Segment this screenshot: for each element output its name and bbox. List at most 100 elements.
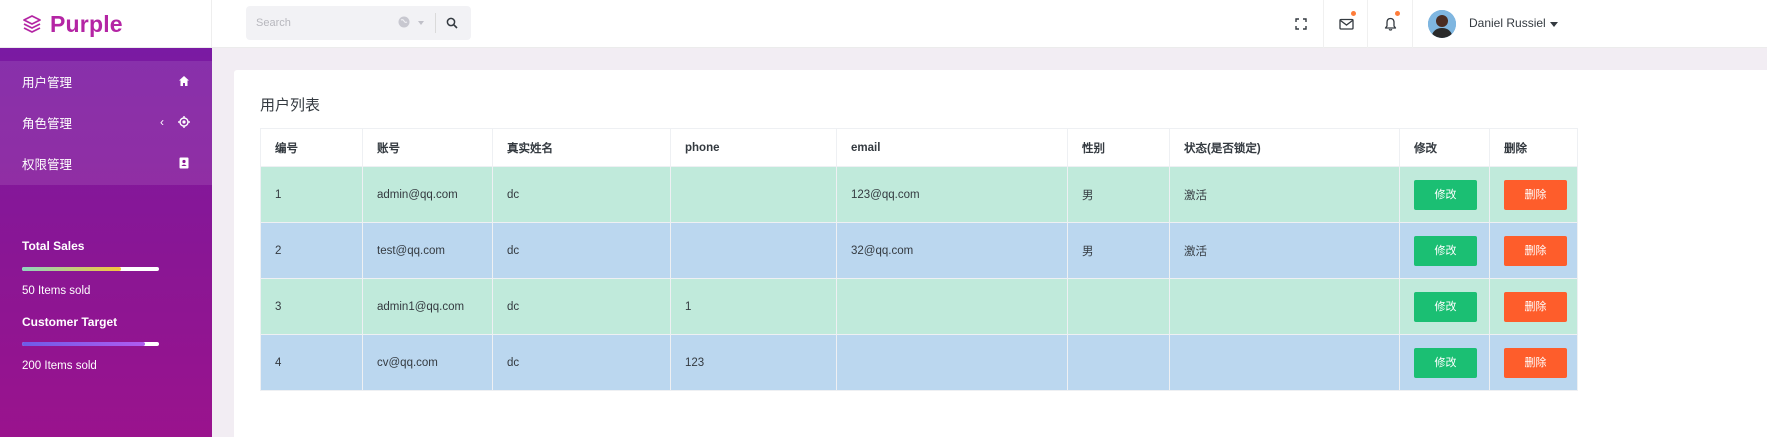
contact-card-icon [179,157,189,169]
sidebar-item-label: 角色管理 [22,117,73,131]
mail-button[interactable] [1331,0,1361,48]
table-row: 3 admin1@qq.com dc 1 修改 删除 [260,278,1578,335]
delete-button[interactable]: 删除 [1504,291,1567,322]
cell-status: 激活 [1169,166,1400,223]
column-header: phone [670,128,837,167]
layers-icon [23,15,41,33]
cell-account: cv@qq.com [362,334,493,391]
edit-button[interactable]: 修改 [1414,291,1477,322]
fullscreen-button[interactable] [1286,0,1316,48]
cell-email [836,278,1068,335]
cell-id: 3 [260,278,363,335]
sidebar-item-label: 用户管理 [22,76,73,90]
brand-name: Purple [50,10,123,37]
column-header: 账号 [362,128,493,167]
cell-gender: 男 [1067,166,1170,223]
table-row: 1 admin@qq.com dc 123@qq.com 男 激活 修改 删除 [260,166,1578,223]
user-table: 编号 账号 真实姓名 phone email 性别 状态(是否锁定) 修改 删除… [260,128,1578,391]
cell-phone: 1 [670,278,837,335]
total-sales-title: Total Sales [22,239,85,253]
chevron-down-icon[interactable] [418,21,424,25]
customer-target-sub: 200 Items sold [22,360,97,372]
total-sales-progress-fill [22,267,121,271]
customer-target-progress-fill [22,342,146,346]
delete-button[interactable]: 删除 [1504,235,1567,266]
top-navbar: Purple Search Daniel Russiel [0,0,1767,48]
search-box [246,6,471,40]
fullscreen-icon [1295,18,1307,30]
mail-icon [1338,18,1354,30]
cell-status [1169,334,1400,391]
cell-account: admin1@qq.com [362,278,493,335]
total-sales-sub: 50 Items sold [22,285,91,297]
home-icon [179,76,189,86]
cell-email [836,334,1068,391]
search-input[interactable] [256,17,396,29]
cell-phone: 123 [670,334,837,391]
header-separator [1367,0,1368,48]
cell-gender: 男 [1067,222,1170,279]
search-icon[interactable] [446,17,458,29]
globe-icon[interactable] [398,16,410,28]
cell-delete: 删除 [1489,166,1578,223]
cell-delete: 删除 [1489,334,1578,391]
cell-id: 1 [260,166,363,223]
cell-account: test@qq.com [362,222,493,279]
header-separator [1412,0,1413,48]
cell-delete: 删除 [1489,222,1578,279]
mail-notification-dot [1351,11,1356,16]
column-header: 真实姓名 [492,128,671,167]
cell-edit: 修改 [1399,278,1490,335]
delete-button[interactable]: 删除 [1504,179,1567,210]
column-header: 编号 [260,128,363,167]
crosshair-icon [178,116,190,128]
delete-button[interactable]: 删除 [1504,347,1567,378]
user-name[interactable]: Daniel Russiel [1469,16,1546,30]
column-header: email [836,128,1068,167]
table-row: 4 cv@qq.com dc 123 修改 删除 [260,334,1578,391]
bell-notification-dot [1395,11,1400,16]
customer-target-title: Customer Target [22,315,118,329]
sidebar-item-user-management[interactable]: 用户管理 [0,61,212,102]
cell-phone [670,166,837,223]
cell-name: dc [492,278,671,335]
sidebar-menu: 用户管理 角色管理 ‹ 权限管理 [0,61,212,185]
cell-name: dc [492,222,671,279]
cell-status [1169,278,1400,335]
edit-button[interactable]: 修改 [1414,235,1477,266]
total-sales-progress [22,267,159,271]
sidebar-item-permission-management[interactable]: 权限管理 [0,143,212,184]
column-header: 删除 [1489,128,1578,167]
sidebar-item-role-management[interactable]: 角色管理 ‹ [0,102,212,143]
cell-id: 4 [260,334,363,391]
avatar-image [1428,10,1456,38]
column-header: 修改 [1399,128,1490,167]
cell-edit: 修改 [1399,222,1490,279]
table-row: 2 test@qq.com dc 32@qq.com 男 激活 修改 删除 [260,222,1578,279]
sidebar-item-label: 权限管理 [22,158,73,172]
search-divider [435,13,436,33]
edit-button[interactable]: 修改 [1414,179,1477,210]
sidebar: 用户管理 角色管理 ‹ 权限管理 Total Sales 50 Items so… [0,48,212,437]
cell-edit: 修改 [1399,166,1490,223]
chevron-down-icon[interactable] [1550,22,1558,27]
cell-name: dc [492,166,671,223]
chevron-left-icon: ‹ [160,115,164,129]
notification-button[interactable] [1375,0,1405,48]
header-separator [1323,0,1324,48]
bell-icon [1384,17,1396,31]
table-header-row: 编号 账号 真实姓名 phone email 性别 状态(是否锁定) 修改 删除 [260,128,1578,167]
brand-logo[interactable]: Purple [0,0,212,48]
customer-target-progress [22,342,159,346]
cell-phone [670,222,837,279]
cell-name: dc [492,334,671,391]
cell-email: 32@qq.com [836,222,1068,279]
page-title: 用户列表 [260,97,321,114]
cell-edit: 修改 [1399,334,1490,391]
edit-button[interactable]: 修改 [1414,347,1477,378]
cell-gender [1067,278,1170,335]
cell-id: 2 [260,222,363,279]
avatar[interactable] [1428,10,1456,38]
cell-email: 123@qq.com [836,166,1068,223]
column-header: 性别 [1067,128,1170,167]
